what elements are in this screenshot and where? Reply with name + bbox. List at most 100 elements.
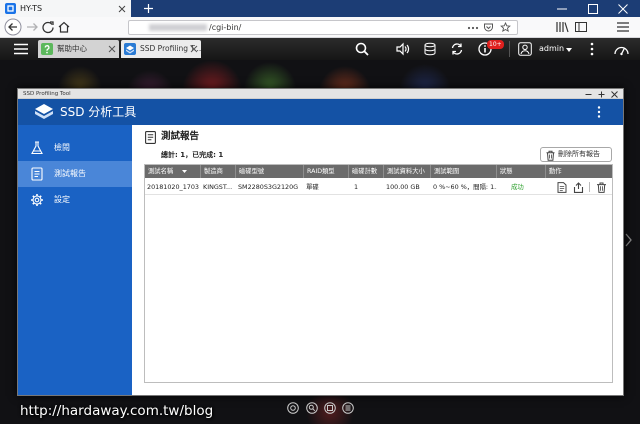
qts-tab-help-center[interactable]: 幫助中心 [38, 40, 119, 58]
close-icon[interactable] [190, 45, 198, 53]
column-header-disk-model[interactable]: 磁碟型號 [236, 165, 304, 178]
table-header: 測試名稱 製造商 磁碟型號 RAID類型 磁碟計數 測試資料大小 測試範圍 狀態… [145, 165, 612, 178]
forward-icon[interactable] [25, 20, 39, 34]
chevron-right-icon[interactable] [625, 233, 633, 247]
column-header-test-range[interactable]: 測試範圍 [431, 165, 497, 178]
dock-icon[interactable] [342, 402, 354, 414]
trash-icon [545, 150, 556, 161]
divider [589, 182, 590, 192]
cell-disk-model: SM2280S3G2120G [238, 183, 299, 191]
flask-icon [30, 141, 44, 155]
sidebar-toggle-icon[interactable] [574, 20, 588, 34]
window-minimize-icon[interactable] [557, 4, 567, 14]
ssd-profiling-icon [124, 43, 136, 55]
cell-data-size: 100.00 GB [386, 183, 420, 191]
window-title: SSD Profiling Tool [23, 91, 71, 97]
user-menu-label[interactable]: admin [539, 38, 564, 60]
new-tab-icon[interactable] [143, 3, 154, 14]
cell-manufacturer: KINGST... [203, 183, 233, 191]
column-header-label: 測試名稱 [148, 168, 174, 175]
view-report-icon[interactable] [557, 181, 567, 193]
sort-desc-icon [182, 170, 187, 173]
favicon-icon [5, 3, 16, 14]
window-close-icon[interactable] [618, 4, 628, 14]
column-header-test-name[interactable]: 測試名稱 [145, 165, 201, 178]
column-header-manufacturer[interactable]: 製造商 [201, 165, 236, 178]
address-bar[interactable]: /cgi-bin/ [128, 20, 518, 35]
bookmark-star-icon[interactable] [500, 22, 511, 33]
user-avatar-icon[interactable] [518, 42, 532, 56]
tab-close-icon[interactable] [118, 5, 126, 13]
dock-icon[interactable] [306, 402, 318, 414]
more-options-icon[interactable] [589, 42, 595, 56]
cell-raid-type: 單碟 [306, 183, 319, 191]
sync-icon[interactable] [450, 42, 464, 56]
column-header-status[interactable]: 狀態 [497, 165, 546, 178]
app-logo-icon [34, 103, 54, 121]
minimize-icon[interactable] [585, 91, 592, 98]
app-header: SSD 分析工具 [18, 99, 623, 125]
browser-menu-icon[interactable] [616, 20, 630, 34]
dock-icon[interactable] [324, 402, 336, 414]
app-more-icon[interactable] [596, 106, 602, 118]
app-title: SSD 分析工具 [60, 105, 137, 119]
reports-table: 測試名稱 製造商 磁碟型號 RAID類型 磁碟計數 測試資料大小 測試範圍 狀態… [144, 164, 613, 383]
app-window: SSD Profiling Tool SSD 分析工具 檢閱 測試報告 設定 測… [17, 88, 624, 396]
reload-icon[interactable] [41, 20, 55, 34]
cell-actions [546, 179, 612, 195]
home-icon[interactable] [57, 20, 71, 34]
table-row[interactable]: 20181020_1703 KINGST... SM2280S3G2120G 單… [145, 179, 612, 195]
sidebar-item-overview[interactable]: 檢閱 [18, 135, 132, 161]
browser-toolbar: /cgi-bin/ [0, 17, 640, 38]
browser-tab[interactable]: HY-TS [0, 0, 131, 17]
background-tasks-icon[interactable] [423, 42, 437, 56]
delete-all-reports-button[interactable]: 刪除所有報告 [540, 147, 612, 162]
dashboard-gauge-icon[interactable] [613, 42, 630, 56]
cell-test-range: 0 %~60 %，間隔: 1... [433, 183, 497, 191]
column-header-actions: 動作 [549, 168, 562, 175]
watermark-text: http://hardaway.com.tw/blog [20, 403, 214, 419]
report-icon [30, 167, 44, 181]
chevron-down-icon[interactable] [566, 48, 572, 52]
qts-taskbar: 幫助中心 SSD Profiling T... 10+ admin [0, 38, 640, 60]
window-maximize-icon[interactable] [588, 4, 598, 14]
export-icon[interactable] [573, 181, 584, 193]
page-title: 測試報告 [161, 131, 200, 142]
search-icon[interactable] [355, 42, 369, 56]
cell-test-name: 20181020_1703 [147, 183, 199, 191]
library-icon[interactable] [555, 20, 569, 34]
qts-tab-label: 幫助中心 [57, 44, 87, 53]
column-header-raid-type[interactable]: RAID類型 [304, 165, 349, 178]
delete-all-label: 刪除所有報告 [558, 150, 600, 158]
pocket-icon[interactable] [483, 22, 494, 33]
sidebar-item-label: 設定 [54, 195, 70, 204]
divider [509, 41, 510, 57]
sidebar-item-label: 檢閱 [54, 143, 70, 152]
close-icon[interactable] [611, 90, 618, 98]
main-menu-icon[interactable] [14, 43, 28, 55]
close-icon[interactable] [108, 45, 116, 53]
sidebar-item-settings[interactable]: 設定 [18, 187, 132, 213]
sidebar: 檢閱 測試報告 設定 [18, 125, 132, 395]
sidebar-item-test-reports[interactable]: 測試報告 [18, 161, 132, 187]
column-header-data-size[interactable]: 測試資料大小 [384, 165, 431, 178]
back-icon[interactable] [4, 18, 22, 36]
volume-icon[interactable] [396, 42, 410, 56]
gear-icon [30, 193, 44, 207]
cell-disk-count: 1 [354, 183, 359, 191]
sidebar-item-label: 測試報告 [54, 169, 86, 178]
browser-tab-title: HY-TS [20, 4, 43, 13]
maximize-icon[interactable] [598, 91, 605, 98]
report-page-icon [145, 131, 156, 144]
report-summary: 總計: 1，已完成: 1 [161, 151, 224, 159]
window-titlebar[interactable]: SSD Profiling Tool [18, 89, 623, 99]
column-header-disk-count[interactable]: 磁碟計數 [349, 165, 384, 178]
help-center-icon [41, 43, 53, 55]
delete-icon[interactable] [596, 182, 607, 193]
redacted-host [149, 24, 207, 31]
browser-titlebar: HY-TS [0, 0, 640, 17]
url-text: /cgi-bin/ [209, 23, 242, 32]
dock-icon[interactable] [287, 402, 299, 414]
qts-tab-ssd-profiling[interactable]: SSD Profiling T... [121, 40, 201, 58]
page-actions-icon[interactable] [467, 25, 479, 31]
